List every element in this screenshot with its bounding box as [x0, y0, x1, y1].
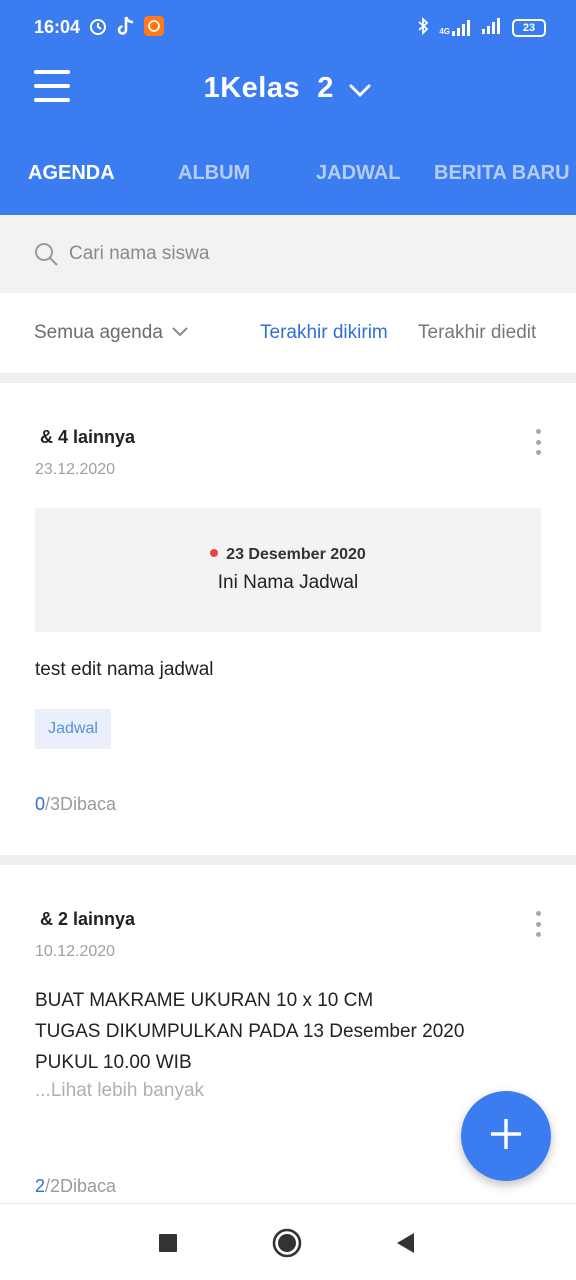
schedule-date-row: 23 Desember 2020 — [35, 546, 541, 564]
divider — [0, 373, 576, 383]
class-selector[interactable]: 1Kelas 2 — [0, 72, 576, 106]
battery-level: 23 — [522, 21, 536, 34]
schedule-date: 23 Desember 2020 — [226, 546, 366, 563]
sort-last-edited[interactable]: Terakhir diedit — [418, 322, 536, 344]
tab-jadwal[interactable]: JADWAL — [316, 162, 400, 185]
more-options-icon[interactable] — [535, 429, 541, 455]
plus-icon — [488, 1116, 524, 1157]
divider — [0, 855, 576, 865]
search-bar[interactable]: Cari nama siswa — [0, 215, 576, 293]
filter-row: Semua agenda Terakhir dikirim Terakhir d… — [0, 293, 576, 373]
tab-album[interactable]: ALBUM — [178, 162, 250, 185]
schedule-box[interactable]: 23 Desember 2020 Ini Nama Jadwal — [35, 508, 541, 632]
home-button[interactable] — [272, 1228, 302, 1258]
tiktok-icon — [116, 16, 136, 36]
read-count: 0 — [35, 794, 46, 814]
system-nav-bar — [0, 1203, 576, 1280]
bluetooth-icon — [417, 16, 429, 38]
post-recipients: & 4 lainnya — [40, 427, 136, 447]
tab-agenda[interactable]: AGENDA — [28, 162, 115, 185]
tab-berita-baru[interactable]: BERITA BARU — [434, 162, 570, 185]
red-dot-icon — [210, 548, 219, 557]
alarm-icon — [88, 16, 108, 36]
search-input[interactable]: Cari nama siswa — [69, 243, 209, 265]
app-header: 16:04 4G 23 1Kelas 2 AGENDA ALBUM JADWAL… — [0, 0, 576, 215]
see-more-link[interactable]: ...Lihat lebih banyak — [35, 1080, 204, 1102]
signal-4g-icon: 4G — [439, 19, 472, 36]
more-options-icon[interactable] — [535, 911, 541, 937]
read-status: 0/3Dibaca — [35, 794, 116, 815]
title-bar: 1Kelas 2 — [0, 56, 576, 126]
read-count: 2 — [35, 1176, 46, 1196]
post-recipients: & 2 lainnya — [40, 909, 136, 929]
chevron-down-icon — [348, 73, 372, 106]
post-text: BUAT MAKRAME UKURAN 10 x 10 CM TUGAS DIK… — [35, 990, 465, 1073]
agenda-filter-dropdown[interactable]: Semua agenda — [34, 322, 189, 344]
page-title: 1Kelas 2 — [203, 72, 334, 104]
read-status: 2/2Dibaca — [35, 1176, 116, 1197]
recent-apps-button[interactable] — [153, 1228, 183, 1258]
schedule-name: Ini Nama Jadwal — [217, 572, 359, 593]
search-icon — [34, 242, 58, 266]
post-date: 10.12.2020 — [35, 943, 116, 960]
sort-last-sent[interactable]: Terakhir dikirim — [260, 322, 388, 344]
post-tag: Jadwal — [35, 709, 111, 749]
status-time: 16:04 — [34, 17, 81, 37]
tab-bar: AGENDA ALBUM JADWAL BERITA BARU — [0, 152, 576, 196]
back-button[interactable] — [390, 1228, 420, 1258]
signal-icon — [482, 18, 502, 37]
post-date: 23.12.2020 — [35, 461, 116, 478]
agenda-filter-label: Semua agenda — [34, 322, 163, 343]
read-total: /2Dibaca — [45, 1176, 117, 1196]
system-icons: 4G 23 — [417, 16, 546, 38]
chevron-down-icon — [171, 322, 189, 344]
network-type: 4G — [439, 26, 450, 36]
agenda-card[interactable]: & 4 lainnya 23.12.2020 23 Desember 2020 … — [0, 383, 576, 855]
status-bar: 16:04 4G 23 — [0, 0, 576, 56]
notification-icons — [88, 16, 164, 36]
add-agenda-button[interactable] — [461, 1091, 551, 1181]
read-total: /3Dibaca — [45, 794, 117, 814]
battery-icon: 23 — [512, 18, 546, 37]
post-text: test edit nama jadwal — [35, 659, 214, 680]
app-notification-icon — [144, 16, 164, 36]
